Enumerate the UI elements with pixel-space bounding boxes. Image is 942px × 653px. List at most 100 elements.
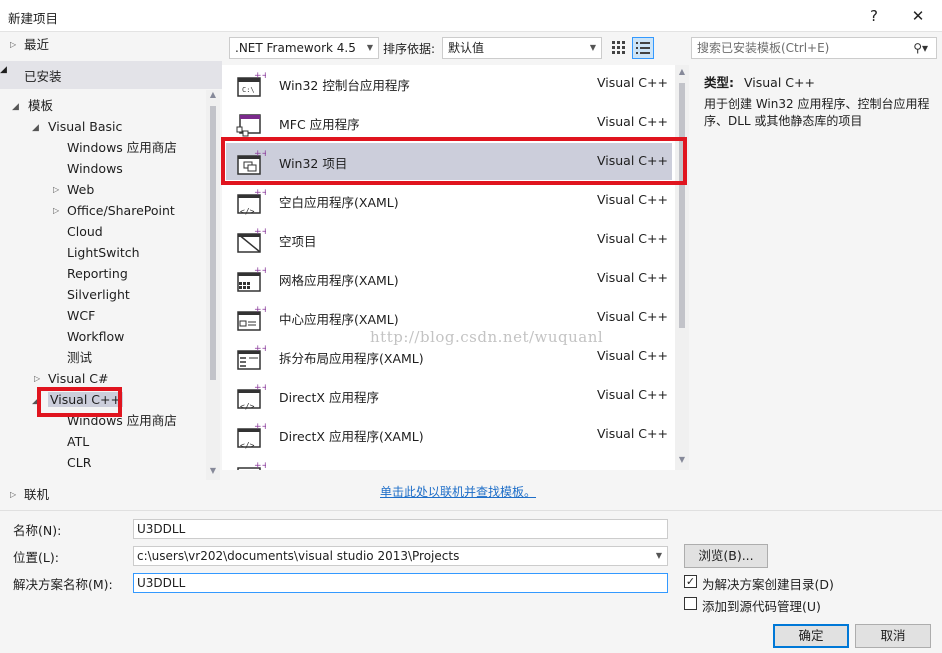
search-icon[interactable]: ⚲▾ xyxy=(913,38,928,58)
tree-node-visual-cpp[interactable]: ◢ Visual C++ xyxy=(32,390,123,410)
tree-item[interactable]: Workflow xyxy=(67,327,124,347)
grid-xaml-app-icon: ++ xyxy=(237,266,266,292)
framework-dropdown[interactable]: .NET Framework 4.5 ▼ xyxy=(229,37,379,59)
tree-node-online[interactable]: ▷ 联机 xyxy=(10,485,49,505)
console-app-icon: C:\ ++ xyxy=(237,71,266,97)
expand-arrow-icon[interactable]: ▷ xyxy=(10,485,16,505)
svg-text:++: ++ xyxy=(254,227,266,237)
expand-arrow-icon[interactable]: ▷ xyxy=(53,201,59,221)
solution-name-label: 解决方案名称(M): xyxy=(13,577,113,592)
grid-view-icon xyxy=(612,41,625,54)
create-directory-checkbox[interactable]: ✓ xyxy=(684,575,697,588)
tree-item[interactable]: ▷ Web xyxy=(53,180,94,200)
template-item[interactable]: C:\ ++ Win32 控制台应用程序 Visual C++ xyxy=(226,65,672,102)
tree-item[interactable]: Windows xyxy=(67,159,123,179)
chevron-down-icon: ▼ xyxy=(366,43,373,52)
watermark: http://blog.csdn.net/wuquanl xyxy=(370,328,604,346)
tree-item[interactable]: WCF xyxy=(67,306,95,326)
template-description: 用于创建 Win32 应用程序、控制台应用程序、DLL 或其他静态库的项目 xyxy=(704,97,930,128)
template-item[interactable]: ++ 网格应用程序(XAML) Visual C++ xyxy=(226,260,672,297)
template-list-scrollbar[interactable]: ▲ ▼ xyxy=(675,65,689,470)
source-control-checkbox[interactable] xyxy=(684,597,697,610)
tree-node-visual-basic[interactable]: ◢ Visual Basic xyxy=(32,117,122,137)
svg-text:++: ++ xyxy=(254,188,266,198)
chevron-down-icon[interactable]: ▼ xyxy=(656,547,662,565)
expand-arrow-icon[interactable]: ▷ xyxy=(53,180,59,200)
solution-name-field[interactable]: U3DDLL xyxy=(133,573,668,593)
tree-item[interactable]: Reporting xyxy=(67,264,128,284)
tree-item[interactable]: Cloud xyxy=(67,222,103,242)
scroll-up-icon[interactable]: ▲ xyxy=(207,90,219,99)
svg-text:++: ++ xyxy=(254,461,266,470)
close-button[interactable]: ✕ xyxy=(898,2,938,30)
mfc-app-icon xyxy=(236,114,261,137)
tree-node-recent[interactable]: ▷ 最近 xyxy=(10,35,49,55)
tree-scrollbar[interactable]: ▲ ▼ xyxy=(206,90,220,480)
tree-item[interactable]: Windows 应用商店 xyxy=(67,411,177,431)
svg-text:</>: </> xyxy=(240,207,255,215)
empty-project-icon: ++ xyxy=(237,227,266,253)
cancel-button[interactable]: 取消 xyxy=(855,624,931,648)
browse-button[interactable]: 浏览(B)... xyxy=(684,544,768,568)
sort-label: 排序依据: xyxy=(383,42,436,56)
tree-node-installed[interactable]: ◢ 已安装 xyxy=(0,61,222,89)
template-details: 类型: Visual C++ 用于创建 Win32 应用程序、控制台应用程序、D… xyxy=(692,65,938,470)
small-icons-view-button[interactable] xyxy=(608,37,630,59)
svg-text:</>: </> xyxy=(240,441,255,449)
name-field[interactable]: U3DDLL xyxy=(133,519,668,539)
location-label: 位置(L): xyxy=(13,550,59,565)
svg-text:++: ++ xyxy=(254,305,266,315)
expand-arrow-icon[interactable]: ▷ xyxy=(34,369,40,389)
source-control-label[interactable]: 添加到源代码管理(U) xyxy=(702,596,821,615)
hub-xaml-app-icon: ++ xyxy=(237,305,266,331)
help-button[interactable]: ? xyxy=(854,2,894,30)
ok-button[interactable]: 确定 xyxy=(773,624,849,648)
online-templates-link[interactable]: 单击此处以联机并查找模板。 xyxy=(380,483,536,500)
scroll-down-icon[interactable]: ▼ xyxy=(207,466,219,475)
svg-text:++: ++ xyxy=(254,344,266,354)
collapse-arrow-icon[interactable]: ◢ xyxy=(32,118,39,138)
collapse-arrow-icon[interactable]: ◢ xyxy=(0,65,7,75)
svg-text:++: ++ xyxy=(254,149,266,159)
collapse-arrow-icon[interactable]: ◢ xyxy=(12,97,19,117)
split-xaml-app-icon: ++ xyxy=(237,344,266,370)
template-item[interactable]: </> ++ DirectX 应用程序(XAML) Visual C++ xyxy=(226,416,672,453)
location-field[interactable]: c:\users\vr202\documents\visual studio 2… xyxy=(133,546,668,566)
svg-text:++: ++ xyxy=(254,71,266,81)
expand-arrow-icon[interactable]: ▷ xyxy=(10,35,16,55)
svg-text:C:\: C:\ xyxy=(242,86,255,94)
template-item[interactable]: </> ++ 空白应用程序(XAML) Visual C++ xyxy=(226,182,672,219)
chevron-down-icon: ▼ xyxy=(589,43,596,52)
collapse-arrow-icon[interactable]: ◢ xyxy=(32,391,39,411)
type-row: 类型: Visual C++ xyxy=(704,72,815,91)
scrollbar-thumb[interactable] xyxy=(210,106,216,380)
template-item[interactable]: MFC 应用程序 Visual C++ xyxy=(226,104,672,141)
tree-item[interactable]: 测试 xyxy=(67,348,92,368)
list-view-icon xyxy=(636,42,650,54)
list-view-button[interactable] xyxy=(632,37,654,59)
svg-text:</>: </> xyxy=(240,402,255,410)
tree-item[interactable]: CLR xyxy=(67,453,91,473)
scroll-down-icon[interactable]: ▼ xyxy=(676,455,688,464)
tree-item[interactable]: Silverlight xyxy=(67,285,130,305)
sort-dropdown[interactable]: 默认值 ▼ xyxy=(442,37,602,59)
template-item-partial[interactable]: ++ xyxy=(226,455,672,470)
directx-app-icon: </> ++ xyxy=(237,383,266,410)
template-item[interactable]: ++ 空项目 Visual C++ xyxy=(226,221,672,258)
search-input[interactable]: 搜索已安装模板(Ctrl+E) ⚲▾ xyxy=(691,37,937,59)
tree-node-visual-csharp[interactable]: ▷ Visual C# xyxy=(34,369,109,389)
tree-item[interactable]: ▷ Office/SharePoint xyxy=(53,201,175,221)
svg-text:++: ++ xyxy=(254,422,266,432)
name-label: 名称(N): xyxy=(13,523,62,538)
template-item[interactable]: </> ++ DirectX 应用程序 Visual C++ xyxy=(226,377,672,414)
scrollbar-thumb[interactable] xyxy=(679,83,685,328)
tree-item[interactable]: Windows 应用商店 xyxy=(67,138,177,158)
scroll-up-icon[interactable]: ▲ xyxy=(676,67,688,76)
partial-template-icon: ++ xyxy=(237,461,266,470)
tree-item[interactable]: LightSwitch xyxy=(67,243,140,263)
template-item-selected[interactable]: ++ Win32 项目 Visual C++ xyxy=(226,143,672,180)
tree-node-templates[interactable]: ◢ 模板 xyxy=(12,96,53,116)
project-form: 名称(N): U3DDLL 位置(L): c:\users\vr202\docu… xyxy=(0,510,942,653)
tree-item[interactable]: ATL xyxy=(67,432,89,452)
create-directory-label[interactable]: 为解决方案创建目录(D) xyxy=(702,574,834,593)
